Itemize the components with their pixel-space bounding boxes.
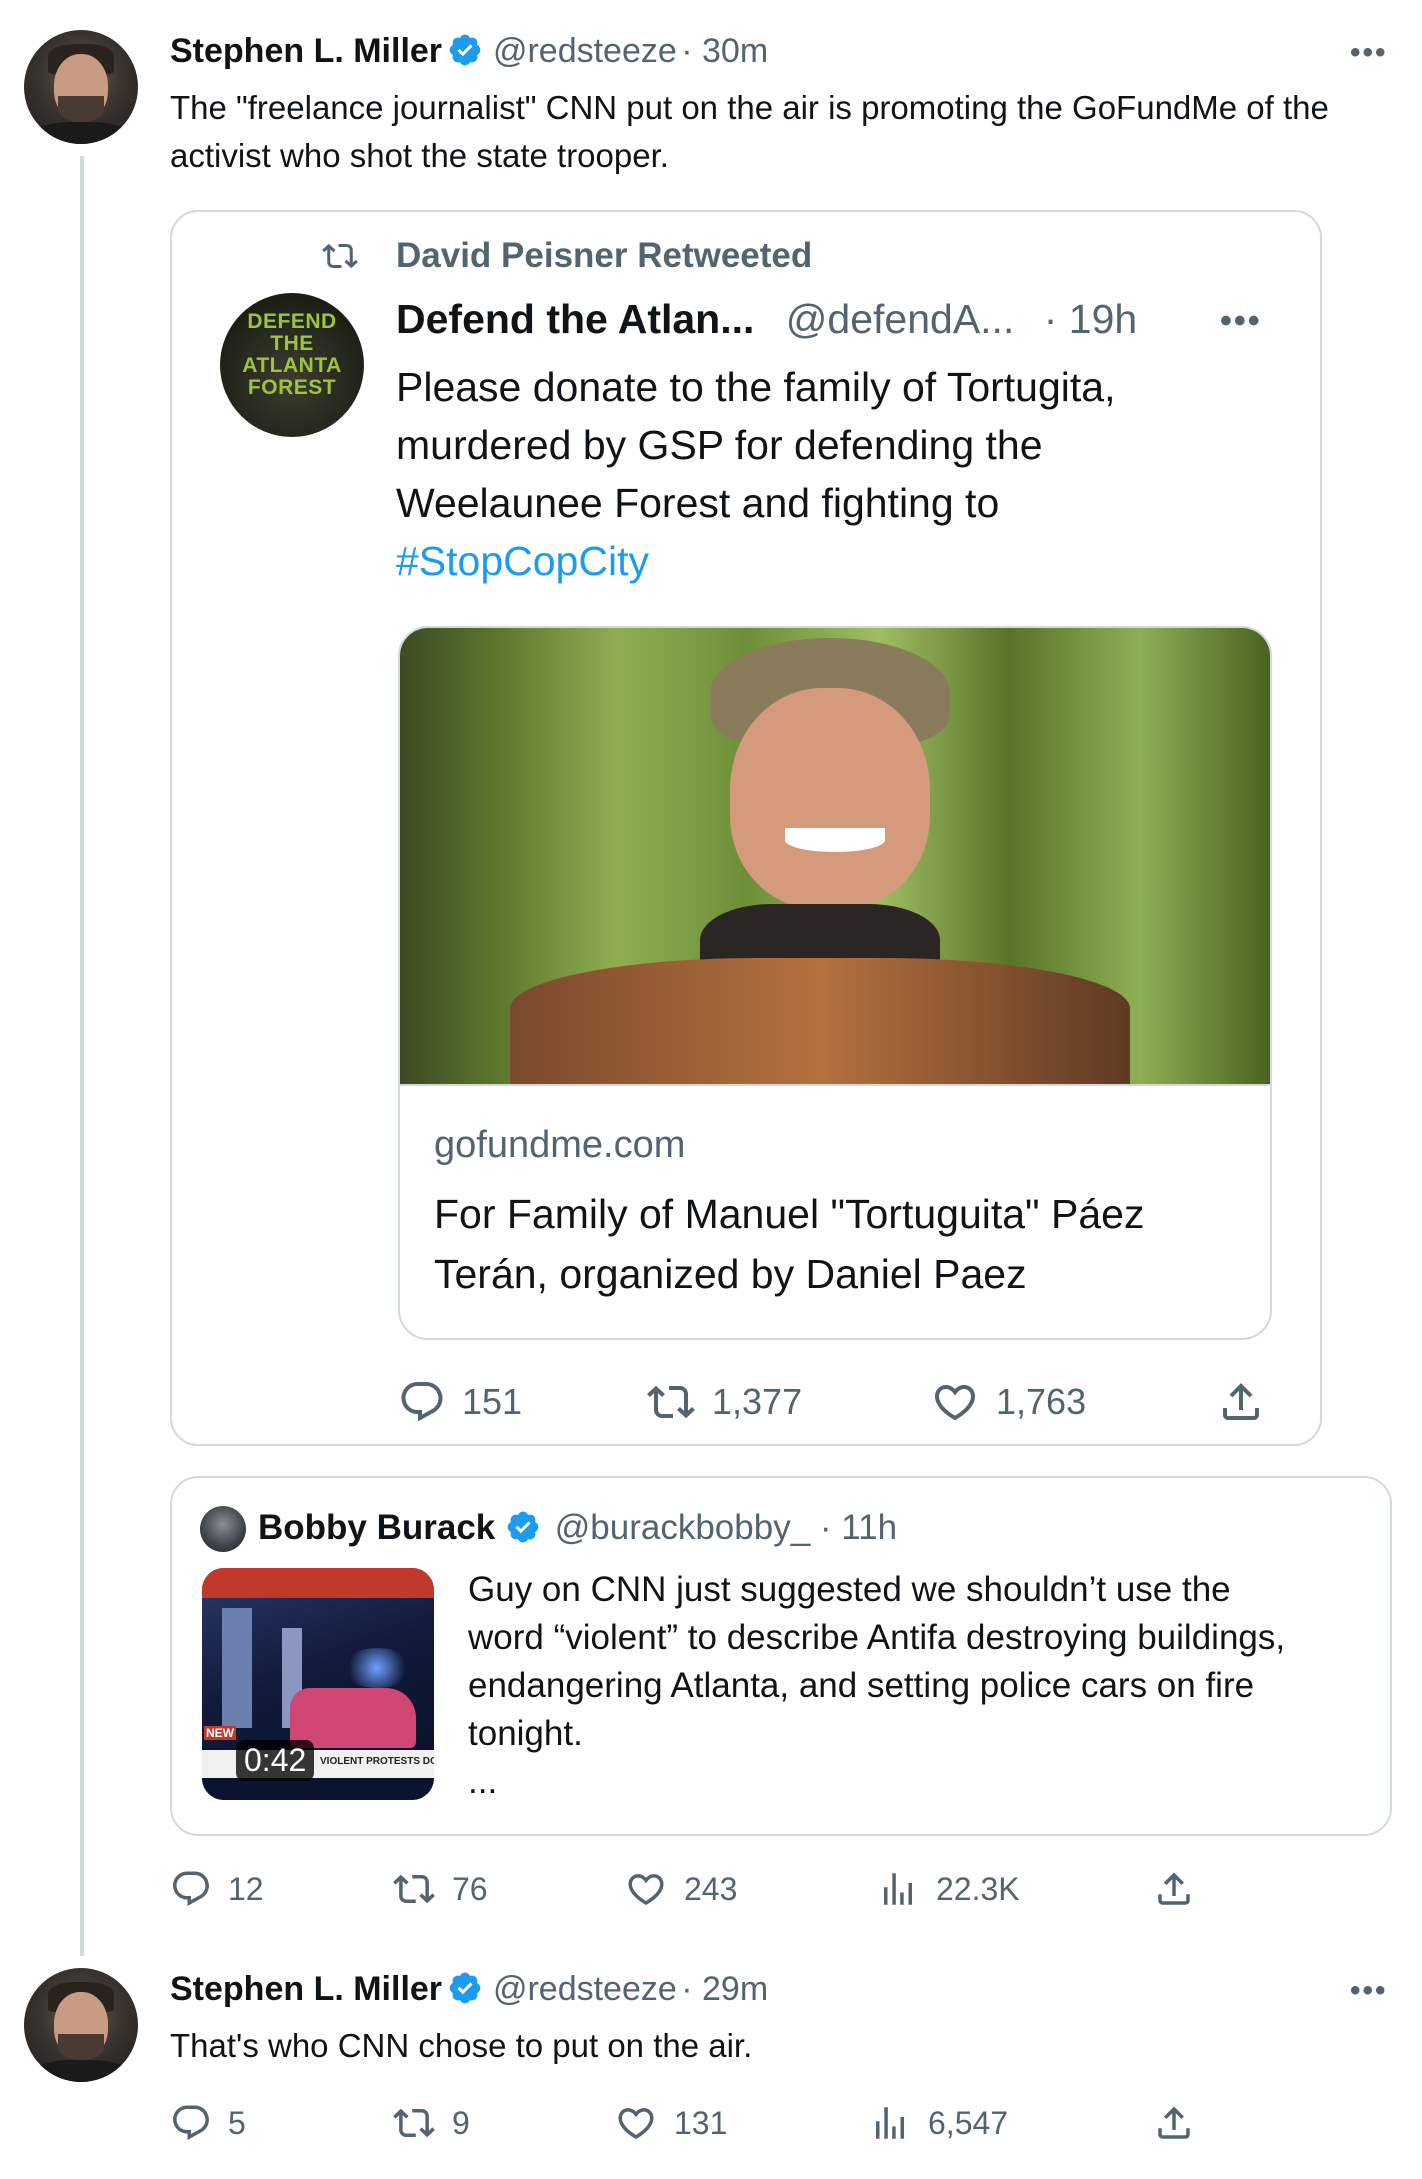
- link-title-line: For Family of Manuel "Tortuguita" Páez: [434, 1191, 1145, 1237]
- link-preview-card[interactable]: gofundme.com For Family of Manuel "Tortu…: [398, 626, 1272, 1340]
- quoted-tweet-time[interactable]: · 19h: [1044, 296, 1137, 342]
- retweet-count: 76: [452, 1870, 488, 1907]
- reply-icon: [173, 2105, 209, 2140]
- quoted-tweet-text: Please donate to the family of Tortugita…: [396, 358, 1115, 590]
- like-count: 131: [674, 2104, 728, 2141]
- reply-like-button[interactable]: 131: [614, 2102, 727, 2144]
- hashtag-link[interactable]: #StopCopCity: [396, 532, 1115, 590]
- quote-text-line: endangering Atlanta, and setting police …: [468, 1666, 1255, 1705]
- quoted-author-avatar[interactable]: DEFEND THE ATLANTA FOREST: [220, 293, 364, 437]
- video-duration: 0:42: [236, 1740, 315, 1781]
- link-preview-image: [400, 628, 1270, 1086]
- reply-tweet-time[interactable]: · 29m: [681, 1970, 768, 2008]
- quoted-retweet-button[interactable]: 1,377: [646, 1378, 802, 1426]
- quoted-like-button[interactable]: 1,763: [930, 1378, 1086, 1426]
- reply-tweet-header: Stephen L. Miller @redsteeze · 29m: [170, 1970, 768, 2009]
- reply-count: 5: [228, 2104, 246, 2141]
- quote-text-line: Guy on CNN just suggested we shouldn’t u…: [468, 1570, 1231, 1609]
- heart-icon: [618, 2108, 654, 2140]
- quoted-more-options-icon[interactable]: •••: [1220, 302, 1262, 341]
- link-title: For Family of Manuel "Tortuguita" Páez T…: [434, 1184, 1144, 1304]
- verified-badge-icon: [449, 1972, 480, 2004]
- retweet-icon: [647, 1385, 695, 1419]
- reply-retweet-button[interactable]: 9: [392, 2102, 470, 2144]
- reply-author-name[interactable]: Stephen L. Miller: [170, 1970, 442, 2008]
- thread-line: [80, 156, 84, 1956]
- share-button[interactable]: [1152, 1868, 1196, 1910]
- video-chyron: VIOLENT PROTESTS DOWNTOWN: [320, 1756, 434, 1767]
- reply-share-button[interactable]: [1152, 2102, 1196, 2144]
- reply-icon: [401, 1382, 443, 1422]
- quote-tweet-time[interactable]: · 11h: [820, 1508, 897, 1547]
- retweet-icon: [393, 2108, 435, 2138]
- quote-text-ellipsis: ...: [468, 1762, 498, 1801]
- retweet-count: 9: [452, 2104, 470, 2141]
- like-count: 243: [684, 1870, 738, 1907]
- quoted-author-handle[interactable]: @defendA...: [786, 296, 1015, 342]
- quote-tweet-header: Bobby Burack @burackbobby_ · 11h: [258, 1508, 897, 1548]
- reply-author-handle[interactable]: @redsteeze: [493, 1970, 677, 2008]
- link-domain: gofundme.com: [434, 1124, 686, 1166]
- reply-count: 151: [462, 1381, 523, 1422]
- quoted-tweet-header: Defend the Atlan... @defendA... · 19h: [396, 296, 1137, 343]
- quoted-text-line: murdered by GSP for defending the: [396, 422, 1043, 468]
- tweet-header: Stephen L. Miller @redsteeze · 30m: [170, 32, 768, 71]
- heart-icon: [628, 1874, 664, 1906]
- reply-count: 12: [228, 1870, 264, 1907]
- reply-author-avatar[interactable]: [24, 1968, 138, 2082]
- quote-text-line: tonight.: [468, 1714, 583, 1753]
- reply-more-options-icon[interactable]: •••: [1350, 1974, 1388, 2008]
- author-name[interactable]: Stephen L. Miller: [170, 32, 442, 70]
- retweet-button[interactable]: 76: [392, 1868, 488, 1910]
- quote-tweet-text: Guy on CNN just suggested we shouldn’t u…: [468, 1566, 1285, 1806]
- quote-author-name[interactable]: Bobby Burack: [258, 1508, 495, 1547]
- quote-author-handle[interactable]: @burackbobby_: [555, 1508, 810, 1547]
- share-icon: [1223, 1383, 1259, 1420]
- like-count: 1,763: [996, 1381, 1087, 1422]
- share-icon: [1158, 1872, 1190, 1905]
- quoted-reply-button[interactable]: 151: [398, 1378, 522, 1426]
- avatar-text-line: ATLANTA: [242, 354, 342, 377]
- reply-tweet-text: That's who CNN chose to put on the air.: [170, 2027, 753, 2064]
- quote-text-line: word “violent” to describe Antifa destro…: [468, 1618, 1286, 1657]
- quoted-text-line: Weelaunee Forest and fighting to: [396, 480, 1000, 526]
- tweet-text: The "freelance journalist" CNN put on th…: [170, 89, 1329, 174]
- views-button[interactable]: 22.3K: [876, 1868, 1020, 1910]
- views-icon: [876, 2107, 904, 2139]
- avatar-text-line: FOREST: [247, 376, 337, 399]
- quoted-author-name[interactable]: Defend the Atlan...: [396, 296, 754, 342]
- retweet-icon: [322, 243, 358, 269]
- author-avatar[interactable]: [24, 30, 138, 144]
- tweet-time[interactable]: · 30m: [681, 32, 768, 70]
- reply-icon: [173, 1871, 209, 1906]
- reply-button[interactable]: 12: [170, 1868, 264, 1910]
- more-options-icon[interactable]: •••: [1350, 36, 1388, 70]
- like-button[interactable]: 243: [624, 1868, 737, 1910]
- retweet-count: 1,377: [712, 1381, 803, 1422]
- quoted-text-line: Please donate to the family of Tortugita…: [396, 364, 1116, 410]
- views-icon: [884, 1873, 912, 1905]
- verified-badge-icon: [507, 1511, 539, 1543]
- reply-reply-button[interactable]: 5: [170, 2102, 246, 2144]
- verified-badge-icon: [449, 34, 480, 66]
- link-title-line: Terán, organized by Daniel Paez: [434, 1251, 1027, 1297]
- heart-icon: [934, 1385, 976, 1421]
- retweeted-by-label[interactable]: David Peisner Retweeted: [396, 236, 812, 276]
- video-thumbnail[interactable]: NEW VIOLENT PROTESTS DOWNTOWN 0:42: [202, 1568, 434, 1800]
- video-badge: NEW: [204, 1726, 236, 1740]
- views-count: 6,547: [928, 2104, 1009, 2141]
- quoted-share-button[interactable]: [1216, 1378, 1266, 1426]
- share-icon: [1158, 2106, 1190, 2139]
- author-handle[interactable]: @redsteeze: [493, 32, 677, 70]
- retweet-icon: [393, 1874, 435, 1904]
- avatar-text-line: THE: [270, 332, 314, 355]
- quote-author-avatar[interactable]: [200, 1506, 246, 1552]
- reply-views-button[interactable]: 6,547: [868, 2102, 1008, 2144]
- avatar-text-line: DEFEND: [247, 310, 337, 333]
- views-count: 22.3K: [936, 1870, 1020, 1907]
